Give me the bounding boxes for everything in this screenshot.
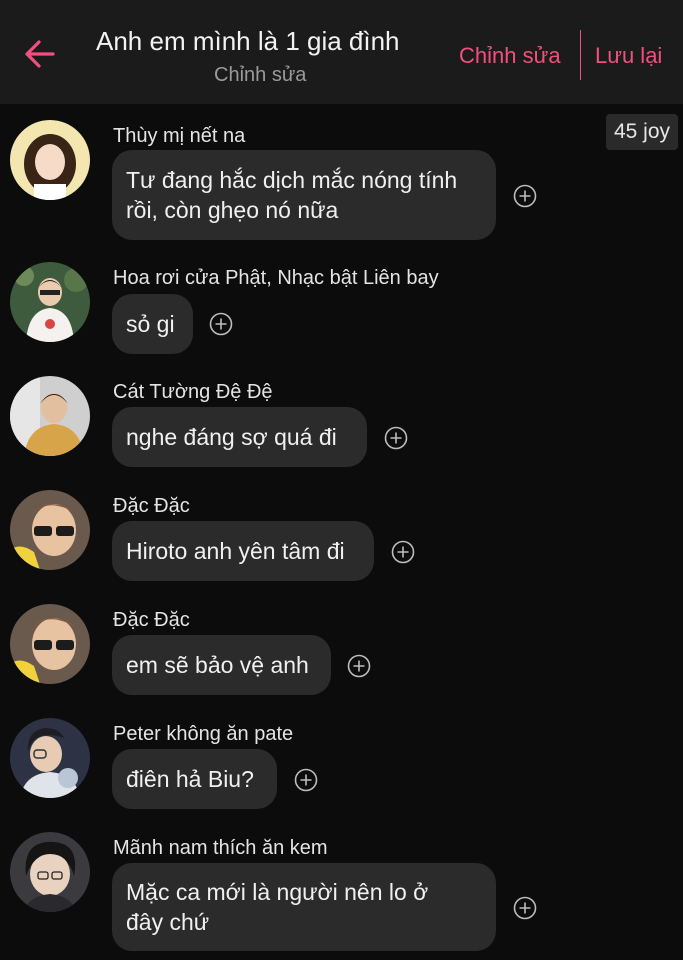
message-text: nghe đáng sợ quá đi [126,424,337,450]
add-reaction-icon[interactable] [391,540,415,564]
message-bubble[interactable]: em sẽ bảo vệ anh [112,635,331,695]
sender-name: Cát Tường Đệ Đệ [113,381,273,403]
message-bubble[interactable]: nghe đáng sợ quá đi [112,407,367,467]
message-text: Hiroto anh yên tâm đi [126,538,345,564]
add-reaction-icon[interactable] [209,312,233,336]
chat-subtitle: Chỉnh sửa [214,64,307,86]
avatar[interactable] [10,718,90,798]
add-reaction-icon[interactable] [384,426,408,450]
message-bubble[interactable]: điên hả Biu? [112,749,277,809]
avatar[interactable] [10,832,90,912]
message-bubble[interactable]: Tư đang hắc dịch mắc nóng tính rồi, còn … [112,150,496,240]
save-button[interactable]: Lưu lại [595,43,662,69]
header-divider [580,30,581,80]
add-reaction-icon[interactable] [294,768,318,792]
message-text: Mặc ca mới là người nên lo ở đây chứ [126,879,429,935]
message-text: Tư đang hắc dịch mắc nóng tính rồi, còn … [126,167,458,223]
sender-name: Peter không ăn pate [113,723,294,745]
message-text: sỏ gi [126,311,175,337]
edit-button[interactable]: Chỉnh sửa [459,43,561,69]
chat-header: Anh em mình là 1 gia đình Chỉnh sửa Chỉn… [0,0,683,104]
avatar[interactable] [10,376,90,456]
sender-name: Hoa rơi cửa Phật, Nhạc bật Liên bay [113,267,439,289]
message-text: điên hả Biu? [126,766,254,792]
add-reaction-icon[interactable] [513,896,537,920]
add-reaction-icon[interactable] [347,654,371,678]
message-text: em sẽ bảo vệ anh [126,652,309,678]
avatar[interactable] [10,490,90,570]
back-arrow-icon[interactable] [22,34,62,74]
avatar[interactable] [10,120,90,200]
add-reaction-icon[interactable] [513,184,537,208]
sender-name: Đặc Đặc [113,609,190,631]
joy-count-badge: 45 joy [606,114,678,150]
avatar[interactable] [10,262,90,342]
sender-name: Đặc Đặc [113,495,190,517]
avatar[interactable] [10,604,90,684]
message-bubble[interactable]: Hiroto anh yên tâm đi [112,521,374,581]
message-bubble[interactable]: Mặc ca mới là người nên lo ở đây chứ [112,863,496,951]
message-bubble[interactable]: sỏ gi [112,294,193,354]
chat-title: Anh em mình là 1 gia đình [96,26,400,56]
sender-name: Thùy mị nết na [113,125,246,147]
sender-name: Mãnh nam thích ăn kem [113,837,328,859]
